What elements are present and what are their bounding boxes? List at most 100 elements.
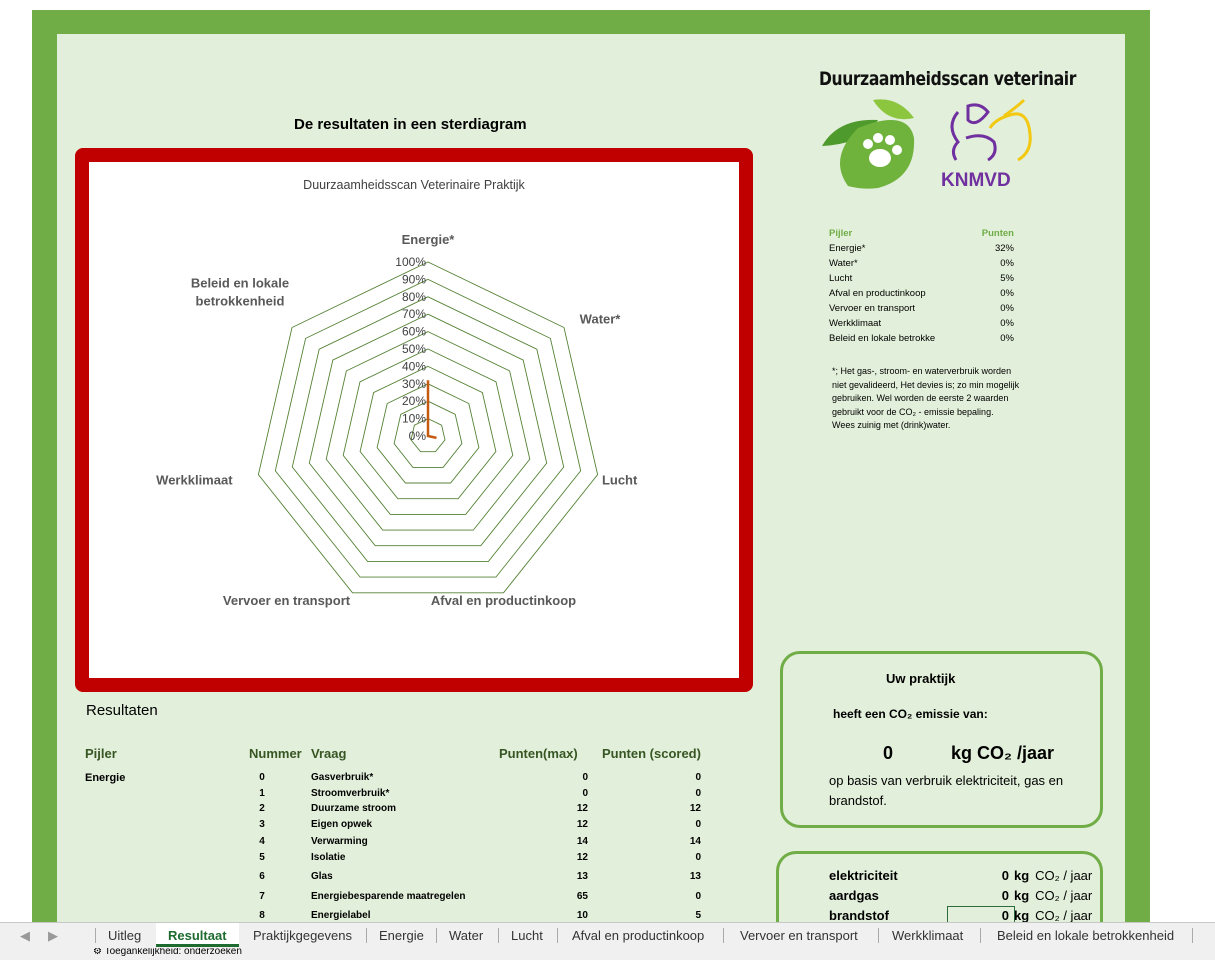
co2-title: Uw praktijk (886, 671, 956, 686)
energy-unit2: CO₂ / jaar (1035, 888, 1093, 903)
energy-unit: kg (1014, 868, 1030, 883)
radar-category-label: Vervoer en transport (223, 593, 351, 608)
radar-tick-label: 80% (402, 290, 426, 304)
results-cell-scored[interactable]: 13 (661, 871, 701, 882)
sheet-tab-praktijkgegevens[interactable]: Praktijkgegevens (253, 923, 352, 948)
results-pillar: Energie (85, 772, 126, 784)
results-cell-number[interactable]: 2 (247, 803, 277, 814)
logos: KNMVD (818, 98, 1048, 192)
radar-category-label: Energie* (402, 232, 456, 247)
results-cell-scored[interactable]: 12 (661, 803, 701, 814)
scroll-right-icon[interactable]: ▶ (48, 923, 58, 948)
results-cell-number[interactable]: 0 (247, 772, 277, 783)
pillar-row: Lucht 5% (829, 273, 1014, 284)
results-cell-question[interactable]: Energiebesparende maatregelen (311, 891, 491, 902)
results-header-nummer: Nummer (249, 746, 302, 761)
results-cell-scored[interactable]: 0 (661, 819, 701, 830)
results-cell-scored[interactable]: 5 (661, 910, 701, 921)
results-cell-max[interactable]: 12 (548, 852, 588, 863)
sheet-tab-water[interactable]: Water (449, 923, 483, 948)
footnote-line: gebruikt voor de CO₂ - emissie bepaling. (832, 406, 994, 417)
co2-subtitle: heeft een CO₂ emissie van: (833, 707, 988, 721)
co2-basis: op basis van verbruik elektriciteit, gas… (829, 773, 1064, 808)
sheet-tab-resultaat[interactable]: Resultaat (156, 923, 239, 947)
results-cell-question[interactable]: Eigen opwek (311, 819, 491, 830)
results-cell-question[interactable]: Gasverbruik* (311, 772, 491, 783)
tab-separator (980, 928, 981, 943)
sheet-tab-vervoer-en-transport[interactable]: Vervoer en transport (740, 923, 858, 948)
radar-chart[interactable]: Duurzaamheidsscan Veterinaire Praktijk 0%… (75, 148, 753, 692)
results-cell-question[interactable]: Energielabel (311, 910, 491, 921)
co2-unit: kg CO₂ /jaar (951, 743, 1055, 763)
results-header-punten-scored: Punten (scored) (602, 746, 701, 761)
tab-separator (498, 928, 499, 943)
radar-category-label: Water* (580, 312, 622, 327)
results-cell-number[interactable]: 1 (247, 788, 277, 799)
results-cell-scored[interactable]: 0 (661, 772, 701, 783)
pillar-row: Beleid en lokale betrokke 0% (829, 333, 1014, 344)
sheet-tab-uitleg[interactable]: Uitleg (108, 923, 141, 948)
results-cell-max[interactable]: 12 (548, 819, 588, 830)
sheet-tab-energie[interactable]: Energie (379, 923, 424, 948)
app-title: Duurzaamheidsscan veterinair (819, 68, 1077, 90)
results-cell-question[interactable]: Isolatie (311, 852, 491, 863)
results-cell-question[interactable]: Glas (311, 871, 491, 882)
sheet-tab-afval-en-productinkoop[interactable]: Afval en productinkoop (572, 923, 704, 948)
results-cell-max[interactable]: 0 (548, 772, 588, 783)
results-cell-max[interactable]: 13 (548, 871, 588, 882)
results-cell-max[interactable]: 10 (548, 910, 588, 921)
results-cell-question[interactable]: Verwarming (311, 836, 491, 847)
energy-label: aardgas (829, 888, 879, 903)
knmvd-logo-icon (950, 98, 1032, 162)
pillar-row: Water* 0% (829, 258, 1014, 269)
tab-separator (95, 928, 96, 943)
results-cell-max[interactable]: 65 (548, 891, 588, 902)
sheet-tab-lucht[interactable]: Lucht (511, 923, 543, 948)
accessibility-status[interactable]: ⚙ Toegankelijkheid: onderzoeken (93, 948, 242, 957)
radar-category-label: Afval en productinkoop (431, 593, 576, 608)
results-cell-scored[interactable]: 14 (661, 836, 701, 847)
energy-row: brandstof 0 kg CO₂ / jaar (829, 908, 1099, 923)
radar-category-label: Beleid en lokale betrokkenheid (191, 276, 289, 309)
radar-tick-label: 10% (402, 412, 426, 426)
logo-svg: KNMVD (822, 98, 1032, 191)
results-title: Resultaten (86, 702, 158, 719)
results-cell-max[interactable]: 0 (548, 788, 588, 799)
pillar-row: Energie* 32% (829, 243, 1014, 254)
results-cell-question[interactable]: Duurzame stroom (311, 803, 491, 814)
results-cell-number[interactable]: 5 (247, 852, 277, 863)
results-cell-number[interactable]: 8 (247, 910, 277, 921)
results-cell-number[interactable]: 7 (247, 891, 277, 902)
radar-category-label: Lucht (602, 473, 638, 488)
sheet-tab-werkklimaat[interactable]: Werkklimaat (892, 923, 963, 948)
energy-row: aardgas 0 kg CO₂ / jaar (829, 888, 1099, 903)
sheet-tab-beleid-en-lokale-betrokkenheid[interactable]: Beleid en lokale betrokkenheid (997, 923, 1174, 948)
footnote-line: gebruiken. Wel worden de eerste 2 waarde… (832, 393, 1009, 403)
results-cell-max[interactable]: 12 (548, 803, 588, 814)
radar-tick-label: 0% (409, 429, 427, 443)
energy-label: elektriciteit (829, 868, 898, 883)
tab-separator (723, 928, 724, 943)
energy-unit: kg (1014, 888, 1030, 903)
energy-row: elektriciteit 0 kg CO₂ / jaar (829, 868, 1099, 883)
results-header-vraag: Vraag (311, 746, 347, 761)
results-cell-scored[interactable]: 0 (661, 788, 701, 799)
results-cell-number[interactable]: 4 (247, 836, 277, 847)
radar-tick-label: 30% (402, 377, 426, 391)
results-cell-scored[interactable]: 0 (661, 852, 701, 863)
footnote-line: niet gevalideerd, Het devies is; zo min … (832, 379, 1020, 390)
pillar-row: Werkklimaat 0% (829, 318, 1014, 329)
radar-tick-label: 40% (402, 359, 426, 373)
results-cell-number[interactable]: 6 (247, 871, 277, 882)
tab-separator (557, 928, 558, 943)
results-cell-max[interactable]: 14 (548, 836, 588, 847)
scroll-left-icon[interactable]: ◀ (20, 923, 30, 948)
energy-label: brandstof (829, 908, 889, 923)
radar-tick-label: 70% (402, 307, 426, 321)
tab-separator (878, 928, 879, 943)
pillar-row: Afval en productinkoop 0% (829, 288, 1014, 299)
energy-value: 0 (1001, 868, 1009, 883)
results-cell-number[interactable]: 3 (247, 819, 277, 830)
results-cell-scored[interactable]: 0 (661, 891, 701, 902)
results-cell-question[interactable]: Stroomverbruik* (311, 788, 491, 799)
